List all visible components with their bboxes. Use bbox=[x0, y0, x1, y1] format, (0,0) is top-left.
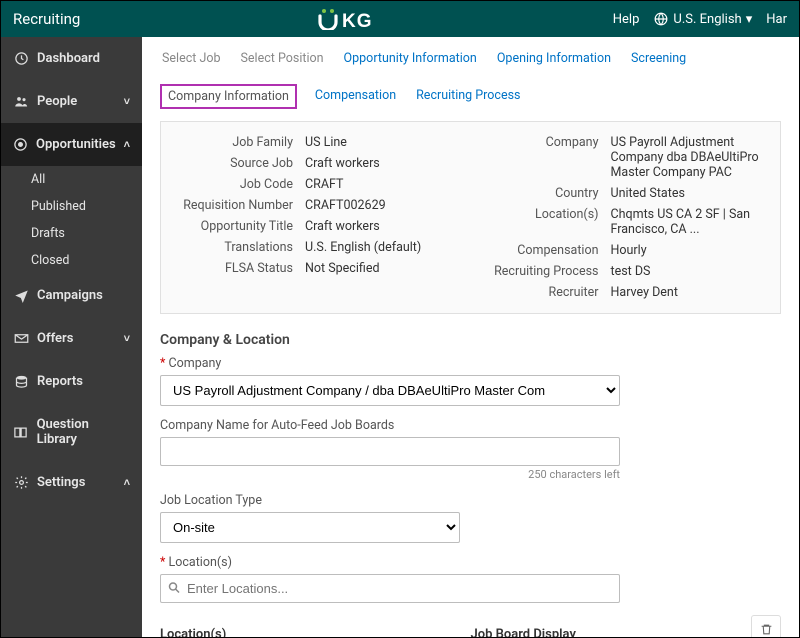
top-bar: Recruiting KG Help U.S. English ▾ Har bbox=[1, 1, 799, 37]
summary-row: CompanyUS Payroll Adjustment Company dba… bbox=[481, 132, 767, 183]
tab-compensation[interactable]: Compensation bbox=[313, 84, 398, 109]
tab-company-information[interactable]: Company Information bbox=[160, 84, 297, 109]
summary-row: Job CodeCRAFT bbox=[175, 174, 461, 195]
sidebar-item-opportunities[interactable]: Opportunities˄ bbox=[1, 123, 142, 166]
sidebar-item-reports[interactable]: Reports bbox=[1, 360, 142, 403]
delete-location-button[interactable] bbox=[751, 615, 781, 637]
nav-icon bbox=[13, 374, 29, 389]
search-icon bbox=[168, 581, 180, 596]
locale-switcher[interactable]: U.S. English ▾ bbox=[653, 12, 752, 27]
summary-row: Recruiting Processtest DS bbox=[481, 261, 767, 282]
sidebar-item-question-library[interactable]: Question Library bbox=[1, 403, 142, 461]
locations-input[interactable] bbox=[160, 574, 620, 603]
autofeed-input[interactable] bbox=[160, 437, 620, 466]
summary-row: Requisition NumberCRAFT002629 bbox=[175, 195, 461, 216]
loc-type-select[interactable]: On-site bbox=[160, 512, 460, 543]
brand-logo: KG bbox=[318, 8, 376, 30]
col-head-location: Location(s) bbox=[160, 627, 441, 637]
nav-icon bbox=[13, 137, 28, 152]
autofeed-label: Company Name for Auto-Feed Job Boards bbox=[160, 418, 620, 433]
section-heading: Company & Location bbox=[160, 332, 781, 348]
chevron-icon: ˅ bbox=[124, 332, 130, 345]
app-title: Recruiting bbox=[13, 10, 80, 28]
opportunity-summary: Job FamilyUS LineSource JobCraft workers… bbox=[160, 121, 781, 314]
main-content: Select Job Select Position Opportunity Inf… bbox=[142, 37, 799, 637]
sidebar-item-settings[interactable]: Settings˄ bbox=[1, 461, 142, 504]
summary-row: Location(s)Chqmts US CA 2 SF | San Franc… bbox=[481, 204, 767, 240]
tab-recruiting-process[interactable]: Recruiting Process bbox=[414, 84, 522, 109]
chevron-icon: ˅ bbox=[124, 95, 130, 108]
company-select[interactable]: US Payroll Adjustment Company / dba DBAe… bbox=[160, 375, 620, 406]
tab-opening-information[interactable]: Opening Information bbox=[495, 47, 613, 70]
sidebar-sub-all[interactable]: All bbox=[1, 166, 142, 193]
sidebar-item-offers[interactable]: Offers˅ bbox=[1, 317, 142, 360]
summary-row: TranslationsU.S. English (default) bbox=[175, 237, 461, 258]
locations-label: Location(s) bbox=[160, 555, 620, 570]
company-label: Company bbox=[160, 356, 620, 371]
trash-icon bbox=[760, 623, 773, 636]
summary-row: CountryUnited States bbox=[481, 183, 767, 204]
svg-text:KG: KG bbox=[342, 11, 373, 30]
nav-icon bbox=[13, 288, 29, 303]
summary-row: Opportunity TitleCraft workers bbox=[175, 216, 461, 237]
summary-row: Source JobCraft workers bbox=[175, 153, 461, 174]
globe-icon bbox=[653, 12, 669, 26]
sidebar-item-people[interactable]: People˅ bbox=[1, 80, 142, 123]
tab-select-position: Select Position bbox=[239, 47, 326, 70]
summary-row: FLSA StatusNot Specified bbox=[175, 258, 461, 279]
chevron-icon: ˄ bbox=[124, 138, 130, 151]
summary-row: Job FamilyUS Line bbox=[175, 132, 461, 153]
summary-row: CompensationHourly bbox=[481, 240, 767, 261]
user-name[interactable]: Har bbox=[766, 12, 787, 27]
chevron-icon: ˄ bbox=[124, 476, 130, 489]
nav-icon bbox=[13, 425, 29, 440]
tab-screening[interactable]: Screening bbox=[629, 47, 688, 70]
sidebar-sub-closed[interactable]: Closed bbox=[1, 247, 142, 274]
loc-type-label: Job Location Type bbox=[160, 493, 460, 508]
tab-select-job: Select Job bbox=[160, 47, 223, 70]
autofeed-hint: 250 characters left bbox=[160, 468, 620, 481]
nav-icon bbox=[13, 331, 29, 346]
nav-icon bbox=[13, 94, 29, 109]
sidebar-item-campaigns[interactable]: Campaigns bbox=[1, 274, 142, 317]
nav-icon bbox=[13, 51, 29, 66]
sidebar: DashboardPeople˅Opportunities˄AllPublish… bbox=[1, 37, 142, 637]
tab-strip: Select Job Select Position Opportunity Inf… bbox=[160, 47, 781, 109]
chevron-down-icon: ▾ bbox=[746, 12, 753, 27]
nav-icon bbox=[13, 475, 29, 490]
sidebar-sub-drafts[interactable]: Drafts bbox=[1, 220, 142, 247]
tab-opportunity-information[interactable]: Opportunity Information bbox=[342, 47, 479, 70]
help-link[interactable]: Help bbox=[613, 12, 640, 27]
summary-row: RecruiterHarvey Dent bbox=[481, 282, 767, 303]
col-head-display: Job Board Display bbox=[471, 627, 752, 637]
sidebar-item-dashboard[interactable]: Dashboard bbox=[1, 37, 142, 80]
sidebar-sub-published[interactable]: Published bbox=[1, 193, 142, 220]
